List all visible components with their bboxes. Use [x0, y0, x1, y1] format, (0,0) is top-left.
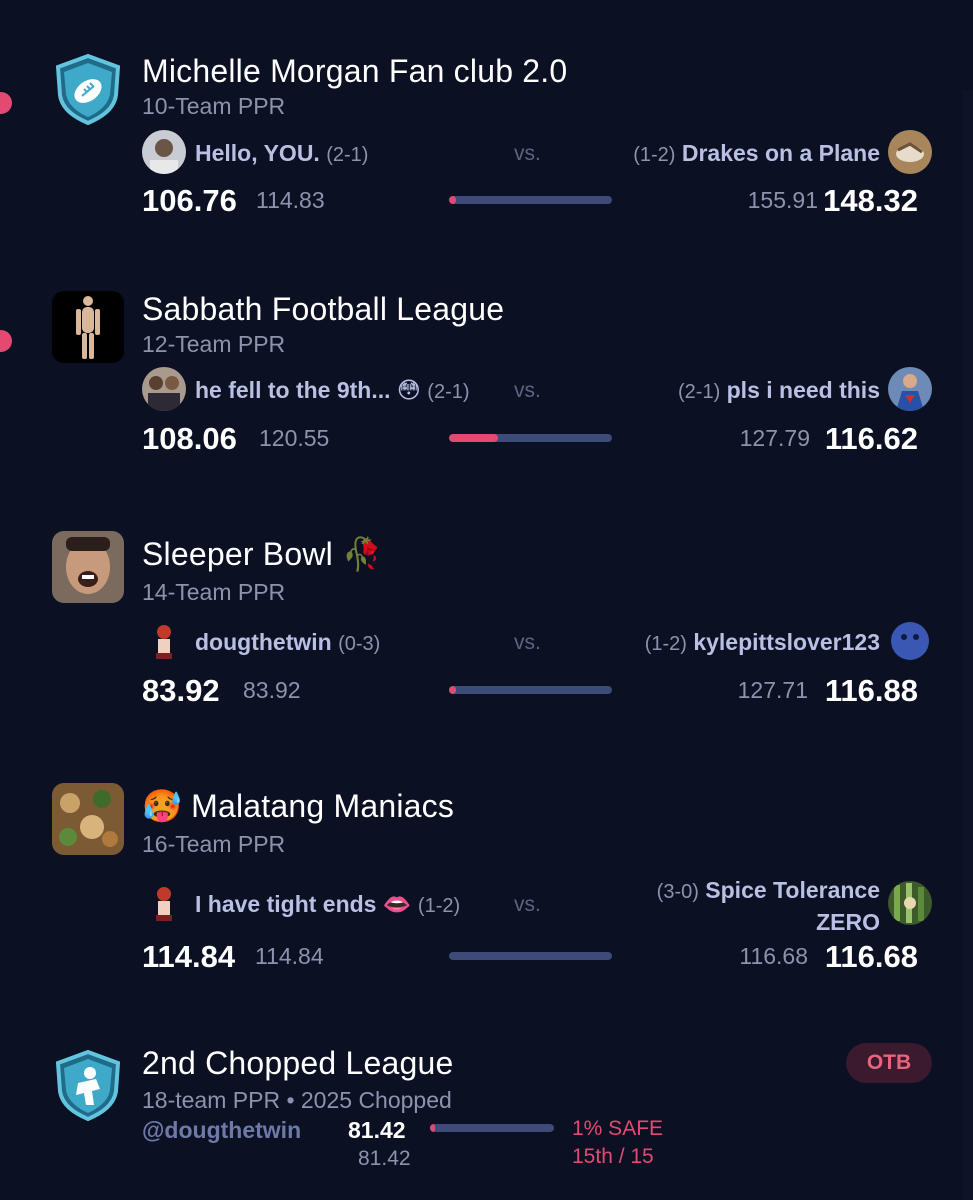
win-probability-fill: [449, 196, 456, 204]
league-title[interactable]: 🥵 Malatang Maniacs: [142, 787, 454, 825]
league-card[interactable]: Sabbath Football League 12-Team PPR he f…: [52, 291, 932, 461]
win-probability-fill: [449, 434, 498, 442]
league-format: 16-Team PPR: [142, 831, 286, 857]
home-team-name[interactable]: dougthetwin (0-3): [195, 629, 380, 656]
home-score: 83.92: [142, 673, 220, 708]
chopped-league-card[interactable]: 2nd Chopped League 18-team PPR • 2025 Ch…: [52, 1043, 932, 1183]
home-projected: 83.92: [243, 677, 301, 703]
league-card[interactable]: Michelle Morgan Fan club 2.0 10-Team PPR…: [52, 53, 932, 223]
user-avatar[interactable]: [142, 130, 186, 174]
home-team-name[interactable]: Hello, YOU. (2-1): [195, 140, 368, 167]
away-team-name[interactable]: (1-2) Drakes on a Plane: [633, 140, 880, 167]
league-avatar: [52, 783, 124, 855]
opponent-avatar[interactable]: [888, 130, 932, 174]
chopped-score: 81.42: [348, 1117, 406, 1143]
unread-indicator: [0, 330, 12, 352]
league-title[interactable]: Michelle Morgan Fan club 2.0: [142, 53, 567, 90]
league-card[interactable]: 🥵 Malatang Maniacs 16-Team PPR I have ti…: [52, 783, 932, 983]
away-score: 116.68: [824, 939, 918, 974]
win-probability-bar: [449, 686, 612, 694]
away-score: 116.62: [824, 421, 918, 456]
football-shield-icon: [52, 53, 124, 125]
home-projected: 114.84: [255, 943, 324, 969]
league-format: 18-team PPR • 2025 Chopped: [142, 1087, 452, 1113]
league-title[interactable]: Sabbath Football League: [142, 291, 504, 328]
league-format: 14-Team PPR: [142, 579, 286, 605]
safe-probability-bar: [430, 1124, 554, 1132]
league-avatar: [52, 291, 124, 363]
home-projected: 114.83: [256, 187, 325, 213]
home-score: 108.06: [142, 421, 237, 456]
away-team-name[interactable]: (3-0) Spice Tolerance ZERO: [657, 875, 880, 937]
home-score: 106.76: [142, 183, 237, 218]
home-score: 114.84: [142, 939, 236, 974]
vs-label: vs.: [514, 379, 541, 402]
home-team-name[interactable]: I have tight ends 👄 (1-2): [195, 891, 460, 918]
shield-player-icon: [52, 1049, 124, 1121]
opponent-avatar[interactable]: [888, 881, 932, 925]
win-probability-bar: [449, 952, 612, 960]
league-title[interactable]: Sleeper Bowl 🥀: [142, 535, 382, 573]
scrollbar-track[interactable]: [963, 90, 973, 1200]
away-team-name[interactable]: (2-1) pls i need this: [678, 377, 880, 404]
otb-badge: OTB: [846, 1043, 932, 1083]
vs-label: vs.: [514, 893, 541, 916]
league-card[interactable]: Sleeper Bowl 🥀 14-Team PPR dougthetwin (…: [52, 531, 932, 711]
home-projected: 120.55: [259, 425, 330, 451]
win-probability-bar: [449, 196, 612, 204]
league-format: 12-Team PPR: [142, 331, 286, 357]
safe-probability-fill: [430, 1124, 435, 1132]
vs-label: vs.: [514, 142, 541, 165]
opponent-avatar[interactable]: [888, 619, 932, 663]
chopped-projected: 81.42: [358, 1147, 411, 1170]
win-probability-bar: [449, 434, 612, 442]
chopped-rank: 15th / 15: [572, 1145, 654, 1168]
league-title[interactable]: 2nd Chopped League: [142, 1045, 453, 1082]
home-team-name[interactable]: he fell to the 9th... 😳 (2-1): [195, 377, 470, 404]
chopped-username[interactable]: @dougthetwin: [142, 1117, 301, 1144]
away-projected: 127.71: [737, 677, 808, 703]
user-avatar[interactable]: [142, 367, 186, 411]
league-avatar: [52, 531, 124, 603]
away-score: 116.88: [824, 673, 918, 708]
away-team-name[interactable]: (1-2) kylepittslover123: [645, 629, 880, 656]
league-format: 10-Team PPR: [142, 93, 286, 119]
user-avatar[interactable]: [142, 619, 186, 663]
safe-percentage: 1% SAFE: [572, 1117, 664, 1140]
user-avatar[interactable]: [142, 881, 186, 925]
unread-indicator: [0, 92, 12, 114]
win-probability-fill: [449, 686, 456, 694]
away-projected: 116.68: [739, 943, 808, 969]
opponent-avatar[interactable]: [888, 367, 932, 411]
away-score: 148.32: [823, 183, 918, 218]
away-projected: 127.79: [739, 425, 810, 451]
vs-label: vs.: [514, 631, 541, 654]
away-projected: 155.91: [747, 187, 818, 213]
